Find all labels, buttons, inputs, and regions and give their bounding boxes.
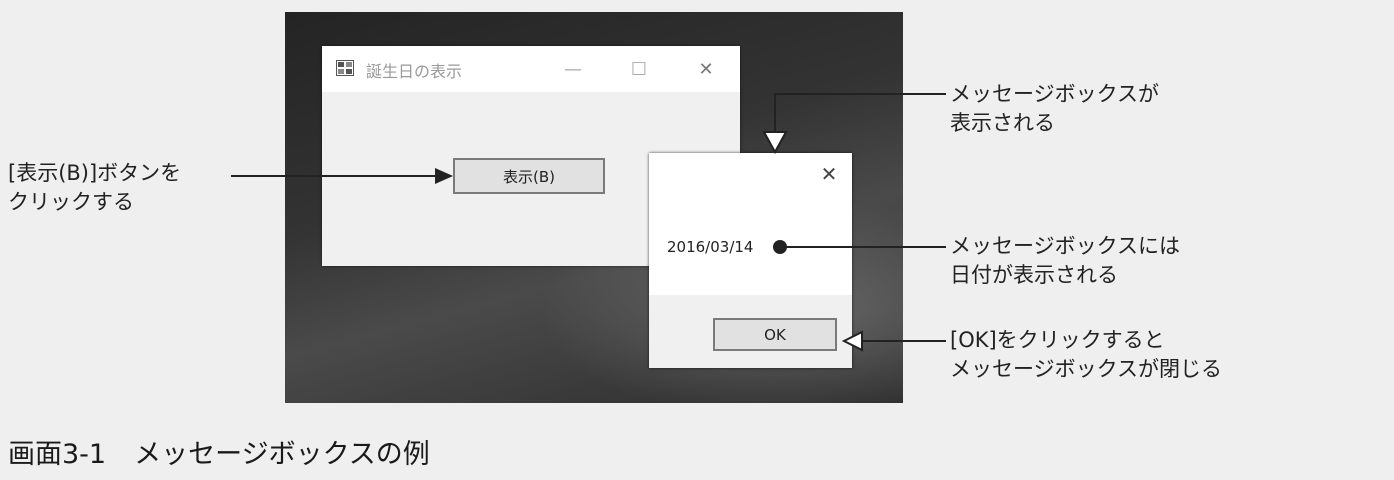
callout-message-box-shown: メッセージボックスが 表示される — [950, 80, 1159, 138]
callout-line: メッセージボックスには — [950, 234, 1180, 258]
callout-ok-closes: [OK]をクリックすると メッセージボックスが閉じる — [950, 326, 1222, 384]
callout-line: 表示される — [950, 111, 1055, 135]
callout-line: メッセージボックスが — [950, 82, 1159, 106]
annotation-arrows — [231, 93, 946, 352]
figure-caption: 画面3-1 メッセージボックスの例 — [8, 432, 430, 471]
message-box-arrowhead — [762, 131, 788, 155]
show-button-arrowhead — [435, 168, 453, 184]
callout-line: [表示(B)]ボタンを — [8, 161, 182, 185]
message-box-leader — [774, 93, 946, 133]
caption-title: メッセージボックスの例 — [134, 439, 430, 470]
date-pointer-dot — [773, 240, 787, 254]
callout-line: メッセージボックスが閉じる — [950, 357, 1222, 381]
callout-line: 日付が表示される — [950, 263, 1118, 287]
caption-number: 画面3-1 — [8, 439, 107, 470]
callout-line: クリックする — [8, 190, 134, 214]
callout-line: [OK]をクリックすると — [950, 328, 1165, 352]
callout-date-shown: メッセージボックスには 日付が表示される — [950, 232, 1180, 290]
callout-show-button: [表示(B)]ボタンを クリックする — [8, 159, 181, 217]
ok-arrowhead — [841, 330, 863, 352]
